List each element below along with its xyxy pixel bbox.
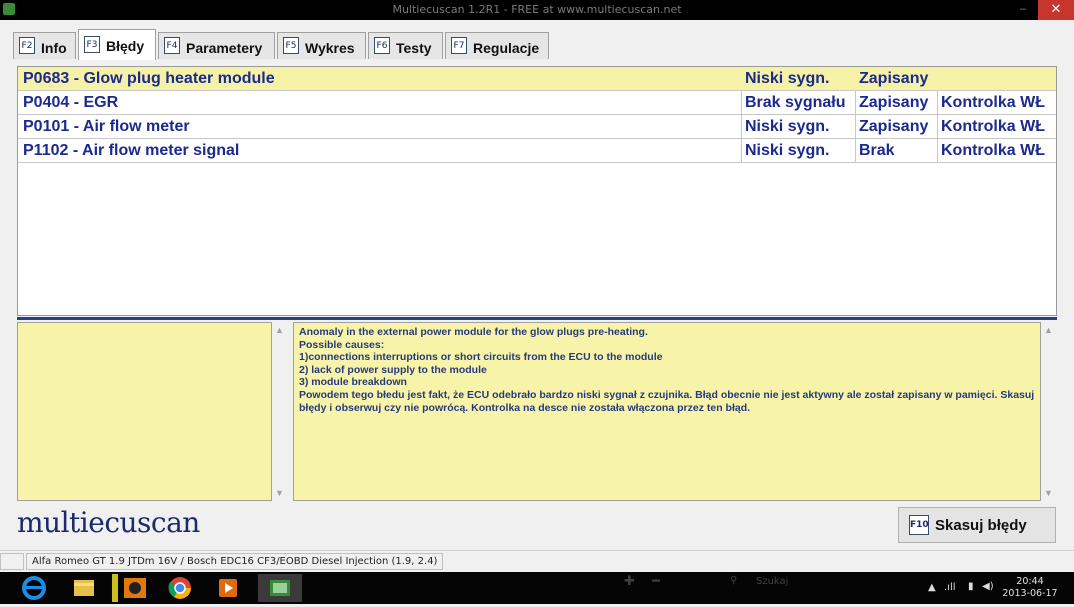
scroll-up-icon[interactable]: ▲ xyxy=(1044,325,1053,335)
multiecuscan-taskbar-icon[interactable] xyxy=(258,574,302,602)
right-scrollbar[interactable]: ▲ ▼ xyxy=(1041,322,1056,501)
description-line: 3) module breakdown xyxy=(299,376,407,389)
minimize-button[interactable]: – xyxy=(1012,0,1034,20)
description-line: 1)connections interruptions or short cir… xyxy=(299,351,663,364)
scroll-up-icon[interactable]: ▲ xyxy=(275,325,284,335)
search-icon: ⚲ xyxy=(730,575,738,586)
status-cell: Brak xyxy=(859,142,895,159)
tab-bledy[interactable]: F3 Błędy xyxy=(78,29,156,60)
close-button[interactable]: ✕ xyxy=(1038,0,1074,20)
tab-info[interactable]: F2 Info xyxy=(13,32,76,59)
chrome-icon[interactable] xyxy=(160,574,200,602)
scroll-down-icon[interactable]: ▼ xyxy=(275,488,284,498)
search-toolbar[interactable]: ✚ ━ ⚲ Szukaj xyxy=(618,574,896,592)
f2-key-icon: F2 xyxy=(19,37,35,54)
table-row[interactable]: P0101 - Air flow meter Niski sygn. Zapis… xyxy=(18,115,1056,139)
tab-wykres[interactable]: F5 Wykres xyxy=(277,32,366,59)
clock[interactable]: 20:44 2013-06-17 xyxy=(1000,576,1060,600)
description-line: Possible causes: xyxy=(299,338,385,351)
multiecuscan-logo: multiecuscan xyxy=(17,506,200,539)
f3-key-icon: F3 xyxy=(84,36,100,53)
taskbar: ✚ ━ ⚲ Szukaj ▲ .ıll ▮ ◀) 20:44 2013-06-1… xyxy=(0,572,1074,604)
code-cell: P1102 - Air flow meter signal xyxy=(23,142,240,159)
f10-key-icon: F10 xyxy=(909,515,929,535)
left-scrollbar[interactable]: ▲ ▼ xyxy=(272,322,287,501)
description-line: 2) lack of power supply to the module xyxy=(299,363,487,376)
status-cell: Zapisany xyxy=(859,70,929,87)
code-cell: P0404 - EGR xyxy=(23,94,119,111)
clear-errors-label: Skasuj błędy xyxy=(935,517,1027,534)
description-line: Powodem tego błedu jest fakt, że ECU ode… xyxy=(299,388,1035,414)
scroll-down-icon[interactable]: ▼ xyxy=(1044,488,1053,498)
volume-icon[interactable]: ◀) xyxy=(982,581,994,592)
tab-label: Parametery xyxy=(186,40,263,56)
tab-regulacje[interactable]: F7 Regulacje xyxy=(445,32,549,59)
panel-separator xyxy=(17,317,1057,320)
file-explorer-icon[interactable] xyxy=(64,574,104,602)
tray-arrow-icon[interactable]: ▲ xyxy=(928,582,936,593)
window-title: Multiecuscan 1.2R1 - FREE at www.multiec… xyxy=(392,3,682,16)
status-cell: Zapisany xyxy=(859,118,929,135)
title-bar: Multiecuscan 1.2R1 - FREE at www.multiec… xyxy=(0,0,1074,20)
tab-label: Testy xyxy=(396,40,432,56)
table-row[interactable]: P0683 - Glow plug heater module Niski sy… xyxy=(18,67,1056,91)
avast-icon[interactable] xyxy=(120,574,160,602)
status-segment xyxy=(0,553,24,570)
battery-icon[interactable]: ▮ xyxy=(968,581,974,592)
signal-cell: Niski sygn. xyxy=(745,118,830,135)
tab-label: Regulacje xyxy=(473,40,540,56)
error-codes-table: P0683 - Glow plug heater module Niski sy… xyxy=(17,66,1057,316)
lamp-cell: Kontrolka WŁ xyxy=(941,142,1045,159)
status-cell: Zapisany xyxy=(859,94,929,111)
signal-cell: Niski sygn. xyxy=(745,70,830,87)
tab-label: Info xyxy=(41,40,67,56)
tab-label: Wykres xyxy=(305,40,355,56)
f5-key-icon: F5 xyxy=(283,37,299,54)
clock-date: 2013-06-17 xyxy=(1002,588,1058,599)
code-cell: P0101 - Air flow meter xyxy=(23,118,190,135)
signal-icon[interactable]: .ıll xyxy=(944,582,956,593)
signal-cell: Brak sygnału xyxy=(745,94,846,111)
lamp-cell: Kontrolka WŁ xyxy=(941,118,1045,135)
active-indicator xyxy=(112,574,118,602)
description-line: Anomaly in the external power module for… xyxy=(299,326,648,338)
table-row[interactable]: P1102 - Air flow meter signal Niski sygn… xyxy=(18,139,1056,163)
f7-key-icon: F7 xyxy=(451,37,467,54)
ie-icon[interactable] xyxy=(14,574,54,602)
freeze-frame-panel[interactable] xyxy=(17,322,272,501)
lamp-cell: Kontrolka WŁ xyxy=(941,94,1045,111)
f6-key-icon: F6 xyxy=(374,37,390,54)
clock-time: 20:44 xyxy=(1016,576,1044,587)
table-row[interactable]: P0404 - EGR Brak sygnału Zapisany Kontro… xyxy=(18,91,1056,115)
status-bar: Alfa Romeo GT 1.9 JTDm 16V / Bosch EDC16… xyxy=(0,550,1074,573)
vehicle-info: Alfa Romeo GT 1.9 JTDm 16V / Bosch EDC16… xyxy=(26,553,444,570)
f4-key-icon: F4 xyxy=(164,37,180,54)
tab-testy[interactable]: F6 Testy xyxy=(368,32,443,59)
signal-cell: Niski sygn. xyxy=(745,142,830,159)
search-input[interactable]: Szukaj xyxy=(756,576,788,587)
media-player-icon[interactable] xyxy=(208,574,248,602)
clear-errors-button[interactable]: F10 Skasuj błędy xyxy=(898,507,1056,543)
tab-label: Błędy xyxy=(106,38,145,54)
code-cell: P0683 - Glow plug heater module xyxy=(23,70,275,87)
tab-parametery[interactable]: F4 Parametery xyxy=(158,32,275,59)
description-panel: Anomaly in the external power module for… xyxy=(293,322,1041,501)
minus-icon[interactable]: ━ xyxy=(652,574,660,589)
plus-icon[interactable]: ✚ xyxy=(624,574,635,589)
